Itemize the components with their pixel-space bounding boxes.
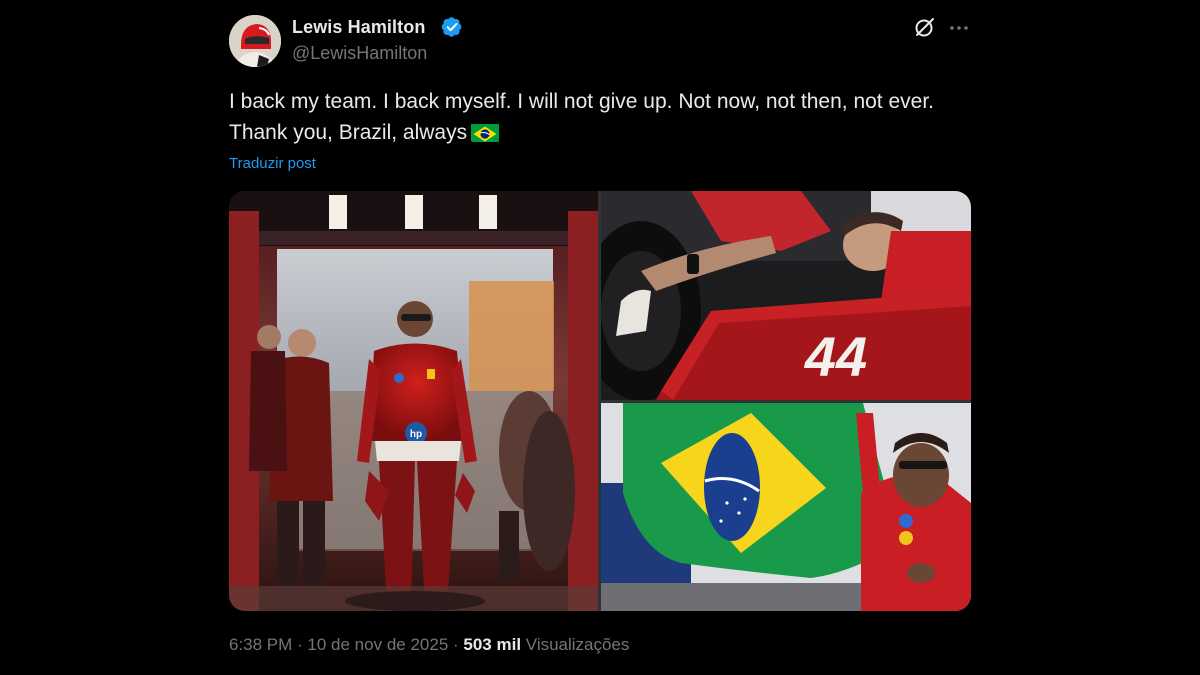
tweet-time[interactable]: 6:38 PM: [229, 635, 292, 654]
tweet-page: Lewis Hamilton @LewisHamilton I back my …: [0, 0, 1200, 675]
photo-car-number[interactable]: 44: [601, 191, 971, 400]
tweet-meta: 6:38 PM · 10 de nov de 2025 · 503 mil Vi…: [229, 634, 629, 656]
author-handle[interactable]: @LewisHamilton: [292, 42, 427, 64]
views-label: Visualizações: [525, 635, 630, 654]
car-number-text: 44: [804, 325, 867, 388]
media-grid: hp 44: [229, 191, 971, 611]
meta-separator-2: ·: [448, 635, 464, 654]
hp-logo-text: hp: [410, 429, 422, 440]
photo-brazil-flag[interactable]: [601, 403, 971, 611]
translate-post-link[interactable]: Traduzir post: [229, 154, 316, 174]
author-display-name[interactable]: Lewis Hamilton: [292, 16, 425, 38]
tweet-text-content: I back my team. I back myself. I will no…: [229, 90, 934, 144]
grok-icon[interactable]: [912, 16, 936, 40]
verified-badge-icon: [441, 17, 462, 37]
meta-separator: ·: [292, 635, 308, 654]
avatar[interactable]: [229, 15, 281, 67]
views-count[interactable]: 503 mil: [463, 635, 521, 654]
tweet-text: I back my team. I back myself. I will no…: [229, 86, 989, 148]
photo-hamilton-walking[interactable]: hp: [229, 191, 598, 611]
tweet-date[interactable]: 10 de nov de 2025: [307, 635, 448, 654]
more-icon[interactable]: [947, 16, 971, 40]
brazil-flag-icon: [471, 122, 500, 142]
